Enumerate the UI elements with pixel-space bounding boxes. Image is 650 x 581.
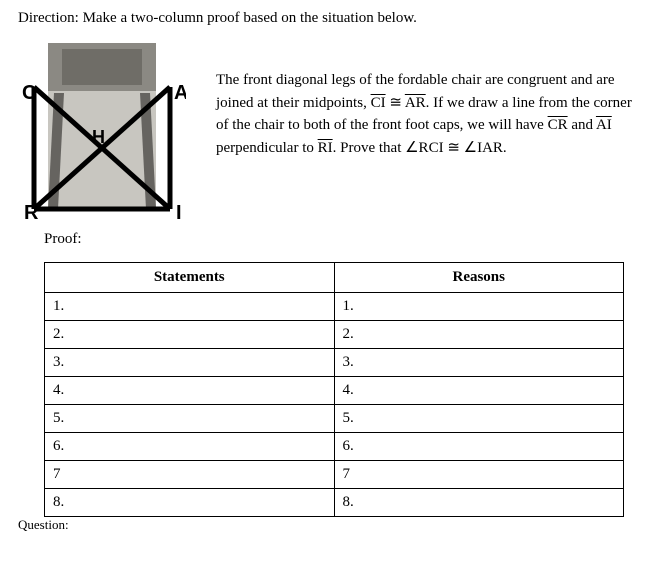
stmt-cell: 6. xyxy=(45,433,335,461)
label-A: A xyxy=(174,82,186,104)
label-H: H xyxy=(92,127,105,147)
diagram-svg: C A H R I xyxy=(18,43,186,219)
table-row: 1. 1. xyxy=(45,293,624,321)
table-row: 5. 5. xyxy=(45,405,624,433)
stmt-cell: 2. xyxy=(45,321,335,349)
header-statements: Statements xyxy=(45,263,335,293)
desc-part5: . Prove that ∠RCI ≅ ∠IAR. xyxy=(333,140,507,156)
seg-AI: AI xyxy=(596,117,612,133)
diagram-column: C A H R I xyxy=(18,43,204,219)
label-R: R xyxy=(24,202,39,219)
direction-line: Direction: Make a two-column proof based… xyxy=(18,10,632,27)
stmt-cell: 3. xyxy=(45,349,335,377)
problem-description: The front diagonal legs of the fordable … xyxy=(216,43,632,159)
reason-cell: 8. xyxy=(334,489,624,517)
reason-cell: 7 xyxy=(334,461,624,489)
seg-RI: RI xyxy=(318,140,333,156)
reason-cell: 2. xyxy=(334,321,624,349)
top-section: C A H R I The front diagonal legs of the… xyxy=(18,43,632,219)
seg-CI: CI xyxy=(371,95,386,111)
seg-CR: CR xyxy=(548,117,568,133)
chair-diagram: C A H R I xyxy=(18,43,186,219)
stmt-cell: 7 xyxy=(45,461,335,489)
table-row: 6. 6. xyxy=(45,433,624,461)
reason-cell: 5. xyxy=(334,405,624,433)
stmt-cell: 8. xyxy=(45,489,335,517)
reason-cell: 4. xyxy=(334,377,624,405)
table-row: 7 7 xyxy=(45,461,624,489)
reason-cell: 3. xyxy=(334,349,624,377)
table-row: 8. 8. xyxy=(45,489,624,517)
stmt-cell: 5. xyxy=(45,405,335,433)
table-row: 4. 4. xyxy=(45,377,624,405)
table-body: 1. 1. 2. 2. 3. 3. 4. 4. 5. 5. 6. 6. 7 7 … xyxy=(45,293,624,517)
chair-back-panel xyxy=(62,49,142,85)
bottom-cut-text: Question: xyxy=(18,517,632,533)
reason-cell: 1. xyxy=(334,293,624,321)
stmt-cell: 4. xyxy=(45,377,335,405)
table-head: Statements Reasons xyxy=(45,263,624,293)
proof-label: Proof: xyxy=(44,223,632,262)
header-reasons: Reasons xyxy=(334,263,624,293)
table-row: 3. 3. xyxy=(45,349,624,377)
desc-cong1: ≅ xyxy=(386,95,405,111)
desc-part4: perpendicular to xyxy=(216,140,318,156)
proof-table: Statements Reasons 1. 1. 2. 2. 3. 3. 4. … xyxy=(44,262,624,517)
table-row: 2. 2. xyxy=(45,321,624,349)
reason-cell: 6. xyxy=(334,433,624,461)
label-C: C xyxy=(22,82,36,104)
seg-AR: AR xyxy=(405,95,426,111)
stmt-cell: 1. xyxy=(45,293,335,321)
desc-part3: and xyxy=(568,117,596,133)
label-I: I xyxy=(176,202,182,219)
